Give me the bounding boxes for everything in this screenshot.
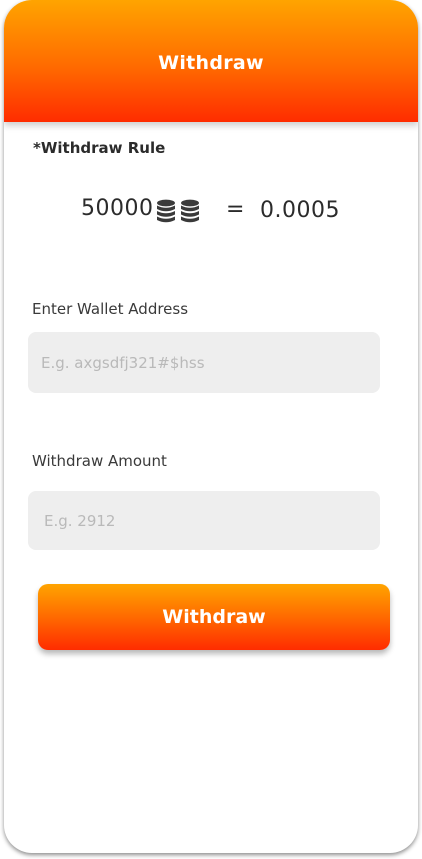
page-title: Withdraw xyxy=(158,52,264,74)
coins-amount: 50000 xyxy=(81,196,154,221)
wallet-address-label: Enter Wallet Address xyxy=(32,300,189,318)
withdraw-rule-label: *Withdraw Rule xyxy=(33,139,166,157)
exchange-rate-row: 50000 = 0.0005 xyxy=(4,196,418,232)
withdraw-screen: Withdraw *Withdraw Rule 50000 = 0.0005 E… xyxy=(4,0,418,853)
withdraw-button[interactable]: Withdraw xyxy=(38,584,390,650)
withdraw-amount-label: Withdraw Amount xyxy=(32,452,167,470)
wallet-address-input[interactable] xyxy=(28,332,380,393)
app-header: Withdraw xyxy=(4,0,418,122)
coins-stack-icon xyxy=(157,199,199,223)
equals-sign: = xyxy=(226,197,245,222)
converted-amount: 0.0005 xyxy=(260,198,340,223)
withdraw-amount-input[interactable] xyxy=(28,491,380,550)
